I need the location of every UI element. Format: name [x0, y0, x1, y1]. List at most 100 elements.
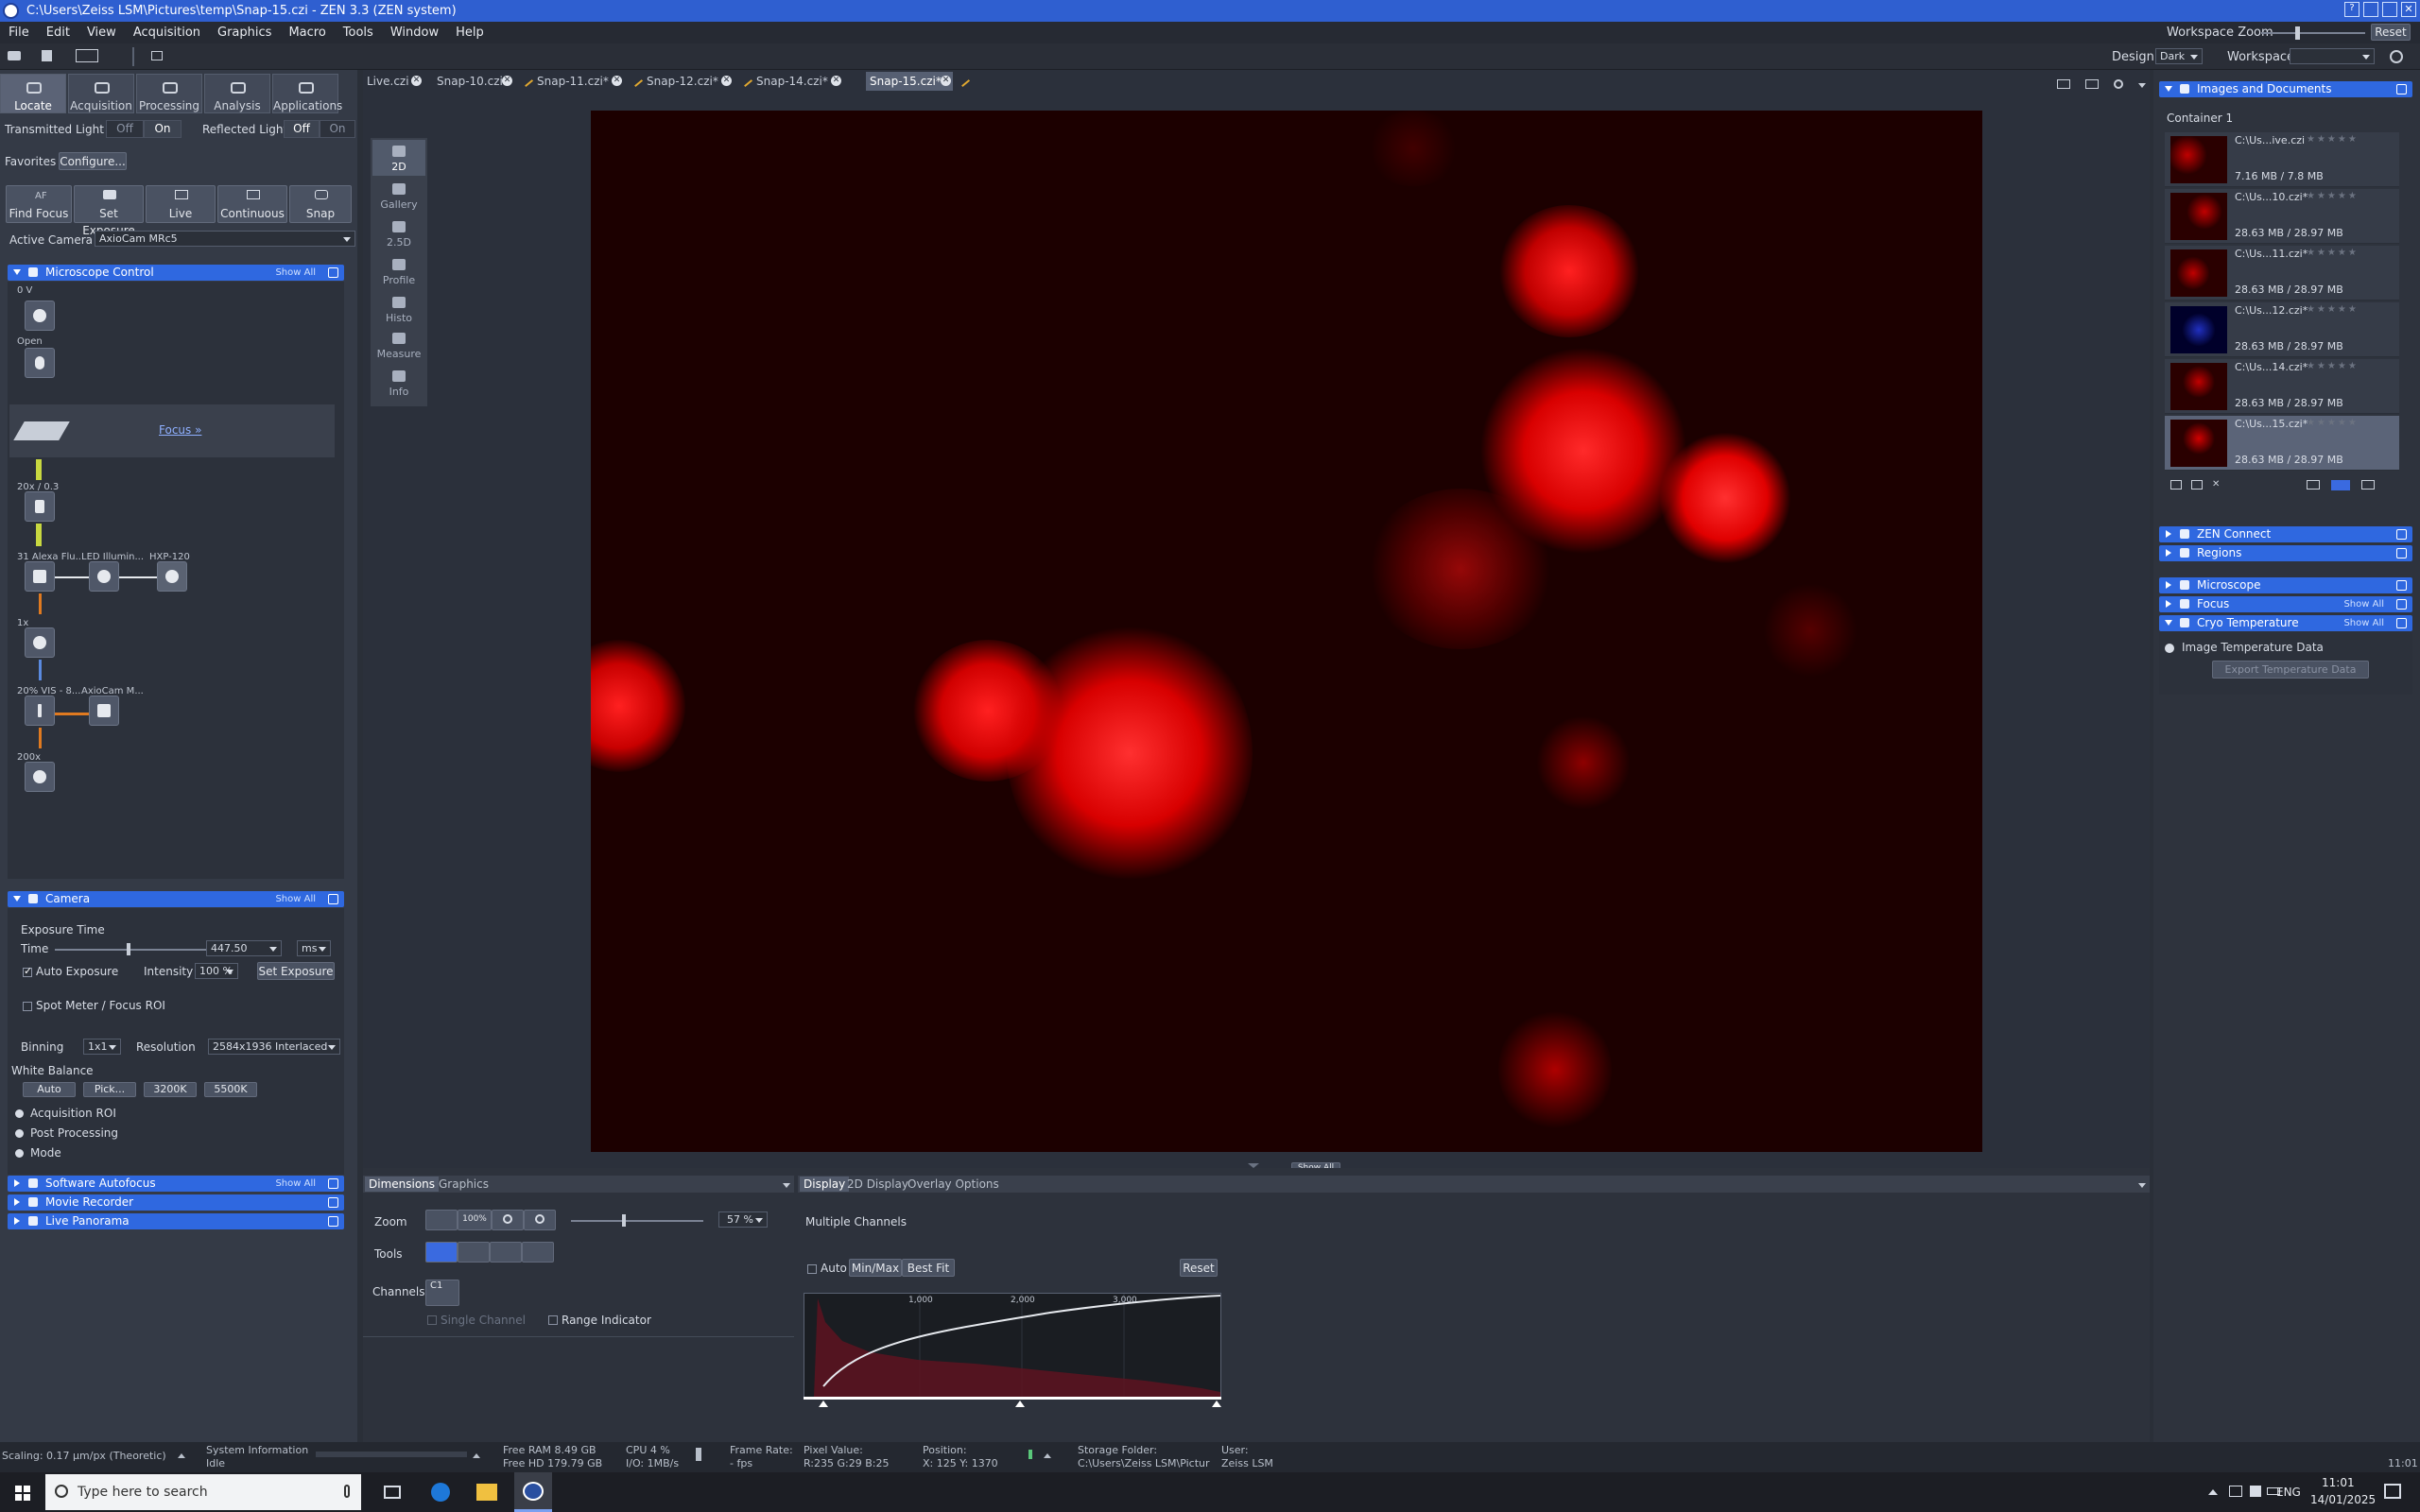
doc-tab-snap-11[interactable]: Snap-11.czi* ✕: [518, 72, 624, 91]
rating-stars[interactable]: ★★★★★: [2307, 134, 2359, 145]
transmitted-off-toggle[interactable]: Off: [106, 120, 144, 138]
grid-view-icon[interactable]: [2057, 79, 2070, 89]
gamma-handle[interactable]: [1015, 1400, 1025, 1407]
save-icon[interactable]: [42, 50, 52, 61]
range-indicator-checkbox[interactable]: [548, 1315, 558, 1325]
microphone-icon[interactable]: [344, 1485, 350, 1498]
merge-icon[interactable]: [2170, 480, 2182, 490]
exposure-time-input[interactable]: 447.50: [206, 940, 282, 956]
channel-c1-button[interactable]: C1: [425, 1280, 459, 1306]
chevron-up-icon[interactable]: [2208, 1489, 2218, 1495]
popout-icon[interactable]: [328, 894, 338, 904]
port-button[interactable]: [25, 696, 55, 726]
white-point-handle[interactable]: [1212, 1400, 1221, 1407]
microscope-image[interactable]: [591, 111, 1982, 1152]
reflector-button[interactable]: [25, 561, 55, 592]
zoom-in-button[interactable]: [524, 1210, 556, 1230]
workspace-zoom-slider[interactable]: [2261, 26, 2365, 40]
regions-header[interactable]: Regions: [2159, 545, 2412, 561]
display-reset-button[interactable]: Reset: [1180, 1259, 1218, 1277]
doc-tab-snap-12[interactable]: Snap-12.czi* ✕: [628, 72, 734, 91]
maximize-window-button[interactable]: [2382, 2, 2397, 17]
spot-meter-checkbox[interactable]: [23, 1002, 32, 1011]
help-window-button[interactable]: ?: [2344, 2, 2360, 17]
mode-section[interactable]: Mode: [30, 1146, 61, 1160]
halogen-lamp-button[interactable]: [25, 301, 55, 331]
histogram[interactable]: 1,000 2,000 3,000: [804, 1293, 1221, 1399]
rating-stars[interactable]: ★★★★★: [2307, 248, 2359, 258]
microscope-header[interactable]: Microscope: [2159, 577, 2412, 593]
popout-icon[interactable]: [328, 1178, 338, 1189]
gear-icon[interactable]: [2390, 50, 2403, 63]
file-explorer-icon[interactable]: [476, 1484, 497, 1501]
show-all-link[interactable]: Show All: [2343, 615, 2384, 631]
doc-tab-snap-10[interactable]: Snap-10.czi* ✕: [429, 72, 514, 91]
info-icon[interactable]: [1028, 1450, 1032, 1459]
taskbar-date[interactable]: 14/01/2025: [2310, 1493, 2376, 1506]
live-panorama-header[interactable]: Live Panorama: [8, 1213, 344, 1229]
movie-recorder-header[interactable]: Movie Recorder: [8, 1194, 344, 1211]
expand-icon[interactable]: [15, 1149, 24, 1158]
popout-icon[interactable]: [2396, 618, 2407, 628]
active-camera-dropdown[interactable]: AxioCam MRc5: [95, 231, 355, 247]
language-indicator[interactable]: ENG: [2276, 1486, 2301, 1499]
pointer-tool-button[interactable]: [425, 1242, 458, 1263]
popout-icon[interactable]: [2396, 580, 2407, 591]
rating-stars[interactable]: ★★★★★: [2307, 418, 2359, 428]
rating-stars[interactable]: ★★★★★: [2307, 191, 2359, 201]
task-view-icon[interactable]: [384, 1486, 401, 1499]
rating-stars[interactable]: ★★★★★: [2307, 361, 2359, 371]
design-dropdown[interactable]: Dark: [2155, 48, 2203, 64]
zoom-slider[interactable]: [571, 1214, 703, 1227]
file-item-snap-10[interactable]: C:\Us...10.czi* ★★★★★ 28.63 MB / 28.97 MB: [2165, 189, 2399, 244]
zen-connect-header[interactable]: ZEN Connect: [2159, 526, 2412, 542]
view-2d-button[interactable]: 2D: [372, 140, 425, 176]
zoom-out-button[interactable]: [492, 1210, 524, 1230]
dropdown-arrow-icon[interactable]: [2138, 1183, 2146, 1188]
rating-stars[interactable]: ★★★★★: [2307, 304, 2359, 315]
chevron-up-icon[interactable]: [178, 1453, 185, 1458]
tab-analysis[interactable]: Analysis: [204, 74, 270, 113]
doc-tab-snap-14[interactable]: Snap-14.czi* ✕: [737, 72, 843, 91]
reflected-off-toggle[interactable]: Off: [284, 120, 320, 138]
objective-button[interactable]: [25, 491, 55, 522]
transmitted-on-toggle[interactable]: On: [144, 120, 182, 138]
live-button[interactable]: Live: [146, 185, 216, 223]
open-folder-icon[interactable]: [8, 51, 21, 60]
view-menu-icon[interactable]: [2138, 83, 2146, 88]
focus-header[interactable]: Focus Show All: [2159, 596, 2412, 612]
edit-pencil-icon[interactable]: [956, 73, 971, 88]
led-button[interactable]: [89, 561, 119, 592]
zen-app-taskbar-button[interactable]: [514, 1472, 552, 1512]
workspace-dropdown[interactable]: [2290, 48, 2375, 64]
close-icon[interactable]: ✕: [2212, 480, 2223, 490]
best-fit-button[interactable]: Best Fit: [902, 1259, 955, 1277]
view-histo-button[interactable]: Histo: [372, 291, 425, 327]
binning-dropdown[interactable]: 1x1: [83, 1039, 121, 1055]
zoom-fit-button[interactable]: [425, 1210, 458, 1230]
resolution-dropdown[interactable]: 2584x1936 Interlaced: [208, 1039, 340, 1055]
close-icon[interactable]: ✕: [612, 76, 622, 86]
auto-display-checkbox[interactable]: [807, 1264, 817, 1274]
snapshot-tool-icon[interactable]: [76, 49, 98, 62]
chevron-up-icon[interactable]: [1044, 1453, 1051, 1458]
set-exposure-button[interactable]: Set Exposure: [74, 185, 144, 237]
show-all-link[interactable]: Show All: [275, 265, 316, 281]
export-temperature-button[interactable]: Export Temperature Data: [2212, 661, 2369, 679]
pan-tool-button[interactable]: [490, 1242, 522, 1263]
file-item-snap-14[interactable]: C:\Us...14.czi* ★★★★★ 28.63 MB / 28.97 MB: [2165, 359, 2399, 414]
popout-icon[interactable]: [328, 1216, 338, 1227]
camera-header[interactable]: Camera Show All: [8, 891, 344, 907]
view-profile-button[interactable]: Profile: [372, 253, 425, 289]
menu-graphics[interactable]: Graphics: [209, 22, 280, 40]
taskbar-search-box[interactable]: Type here to search: [45, 1474, 361, 1510]
popout-icon[interactable]: [2396, 529, 2407, 540]
menu-macro[interactable]: Macro: [280, 22, 334, 40]
view-measure-button[interactable]: Measure: [372, 327, 425, 363]
find-focus-button[interactable]: AF Find Focus: [6, 185, 72, 223]
intensity-input[interactable]: 100 %: [195, 963, 238, 979]
exposure-slider[interactable]: [55, 943, 206, 955]
pen-tool-button[interactable]: [522, 1242, 554, 1263]
file-item-snap-11[interactable]: C:\Us...11.czi* ★★★★★ 28.63 MB / 28.97 MB: [2165, 246, 2399, 301]
doc-tab-snap-15[interactable]: Snap-15.czi* ✕: [866, 72, 953, 91]
